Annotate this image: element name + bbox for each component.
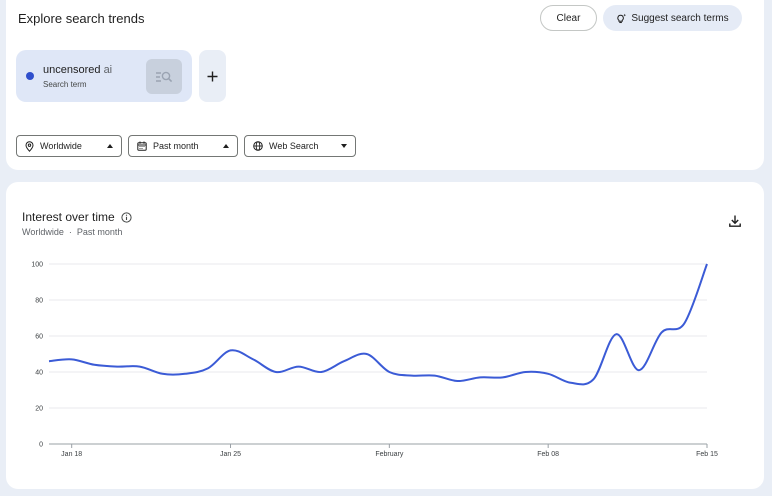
clear-button[interactable]: Clear	[540, 5, 597, 31]
page-title: Explore search trends	[18, 11, 145, 26]
location-pin-icon	[25, 140, 34, 152]
x-tick-label: Jan 25	[220, 451, 241, 458]
search-term-chip[interactable]: uncensored ai Search term	[16, 50, 192, 102]
x-tick-label: Feb 08	[537, 451, 559, 458]
x-tick-label: Feb 15	[696, 451, 718, 458]
x-tick-label: Jan 18	[61, 451, 82, 458]
y-tick-label: 20	[35, 406, 43, 413]
term-name: uncensored ai	[43, 64, 113, 76]
y-tick-label: 80	[35, 298, 43, 305]
chevron-down-icon	[341, 144, 347, 148]
add-term-button[interactable]	[199, 50, 226, 102]
time-range-label: Past month	[153, 141, 199, 151]
term-sublabel: Search term	[43, 80, 87, 89]
chevron-up-icon	[107, 144, 113, 148]
search-list-icon[interactable]	[146, 59, 182, 94]
interest-line-chart: 0 20 40 60 80 100 Jan 18 Jan 25 February Feb 08 Fe…	[31, 262, 718, 459]
calendar-icon	[137, 141, 147, 151]
series-line	[48, 263, 708, 386]
search-property-filter[interactable]: Web Search	[244, 135, 356, 157]
suggest-label: Suggest search terms	[631, 12, 729, 24]
y-tick-label: 0	[39, 442, 43, 449]
y-tick-label: 60	[35, 334, 43, 341]
plus-icon	[207, 71, 218, 81]
globe-icon	[253, 141, 263, 151]
y-tick-label: 100	[31, 262, 43, 269]
sparkle-bulb-icon	[617, 13, 627, 23]
series-color-dot	[26, 72, 34, 80]
time-range-filter[interactable]: Past month	[128, 135, 238, 157]
chevron-up-icon	[223, 144, 229, 148]
location-filter-label: Worldwide	[40, 141, 82, 151]
y-tick-label: 40	[35, 370, 43, 377]
suggest-search-terms-button[interactable]: Suggest search terms	[603, 5, 742, 31]
search-property-label: Web Search	[269, 141, 319, 151]
location-filter[interactable]: Worldwide	[16, 135, 122, 157]
x-tick-label: February	[375, 451, 404, 458]
